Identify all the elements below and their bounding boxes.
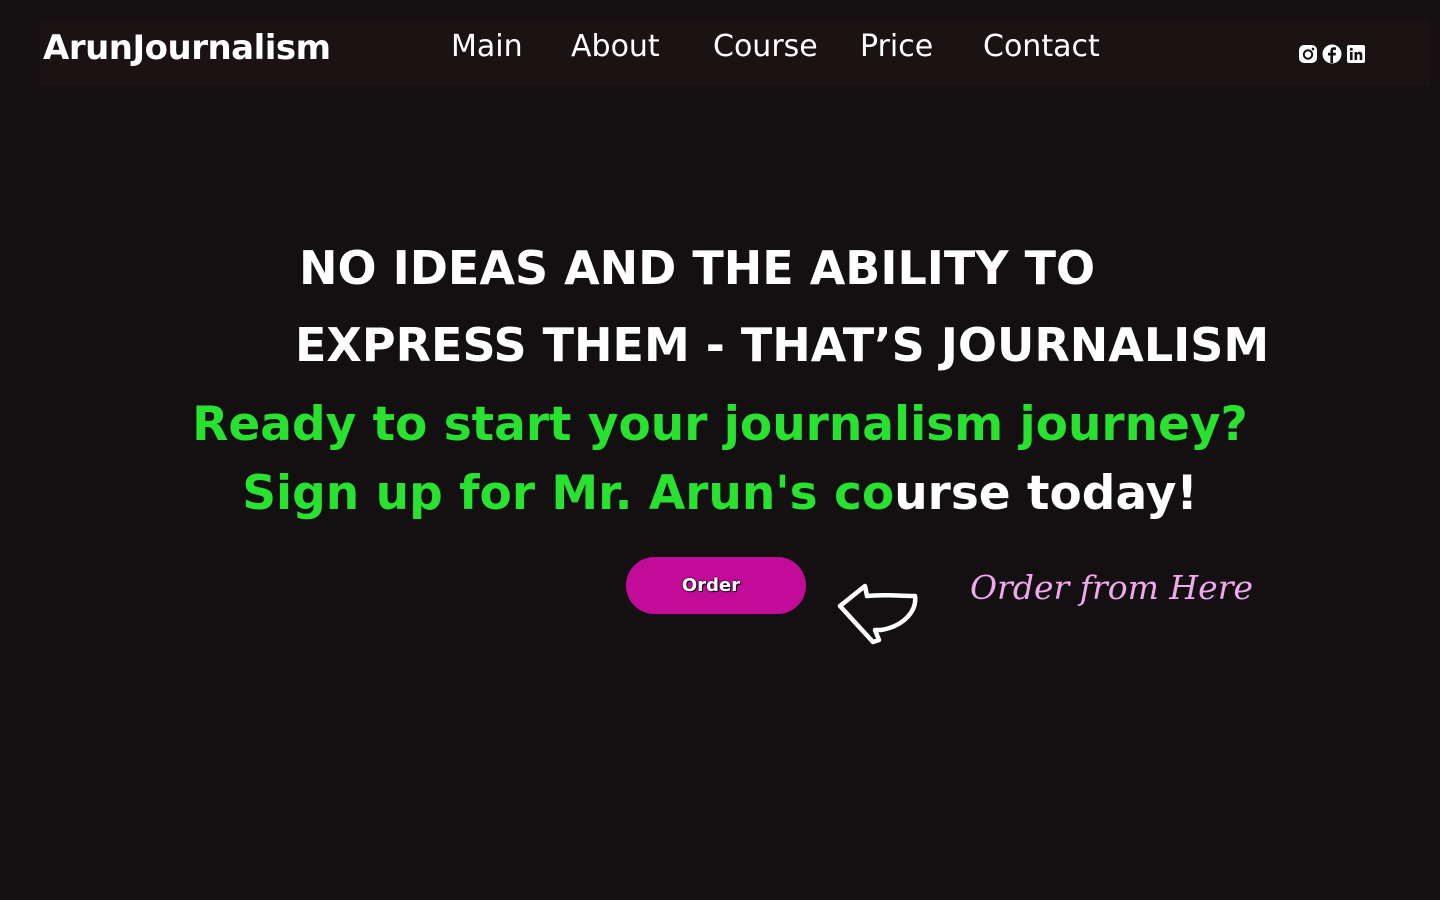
cta-line-1: Ready to start your journalism journey? <box>192 397 1248 452</box>
cta-line-2-white: urse today! <box>894 466 1198 521</box>
order-button[interactable]: Order <box>626 557 806 614</box>
nav-about[interactable]: About <box>571 26 660 68</box>
nav-main[interactable]: Main <box>451 26 523 68</box>
instagram-icon[interactable] <box>1298 44 1318 64</box>
facebook-icon[interactable] <box>1322 44 1342 64</box>
nav-course[interactable]: Course <box>713 26 818 68</box>
hero-headline-line-1: NO IDEAS AND THE ABILITY TO <box>299 241 1096 295</box>
landing-page: ArunJournalism Main About Course Price C… <box>0 0 1440 900</box>
cta-line-2: Sign up for Mr. Arun's course today! <box>0 465 1440 523</box>
order-hint-text: Order from Here <box>970 568 1253 607</box>
hero-headline-line-2: EXPRESS THEM - THAT’S JOURNALISM <box>295 318 1270 372</box>
linkedin-icon[interactable] <box>1346 44 1366 64</box>
nav-contact[interactable]: Contact <box>983 26 1100 68</box>
nav-price[interactable]: Price <box>860 26 933 68</box>
brand-logo[interactable]: ArunJournalism <box>43 26 331 70</box>
cta-line-2-green: Sign up for Mr. Arun's co <box>242 466 895 521</box>
curved-arrow-icon <box>837 583 918 645</box>
